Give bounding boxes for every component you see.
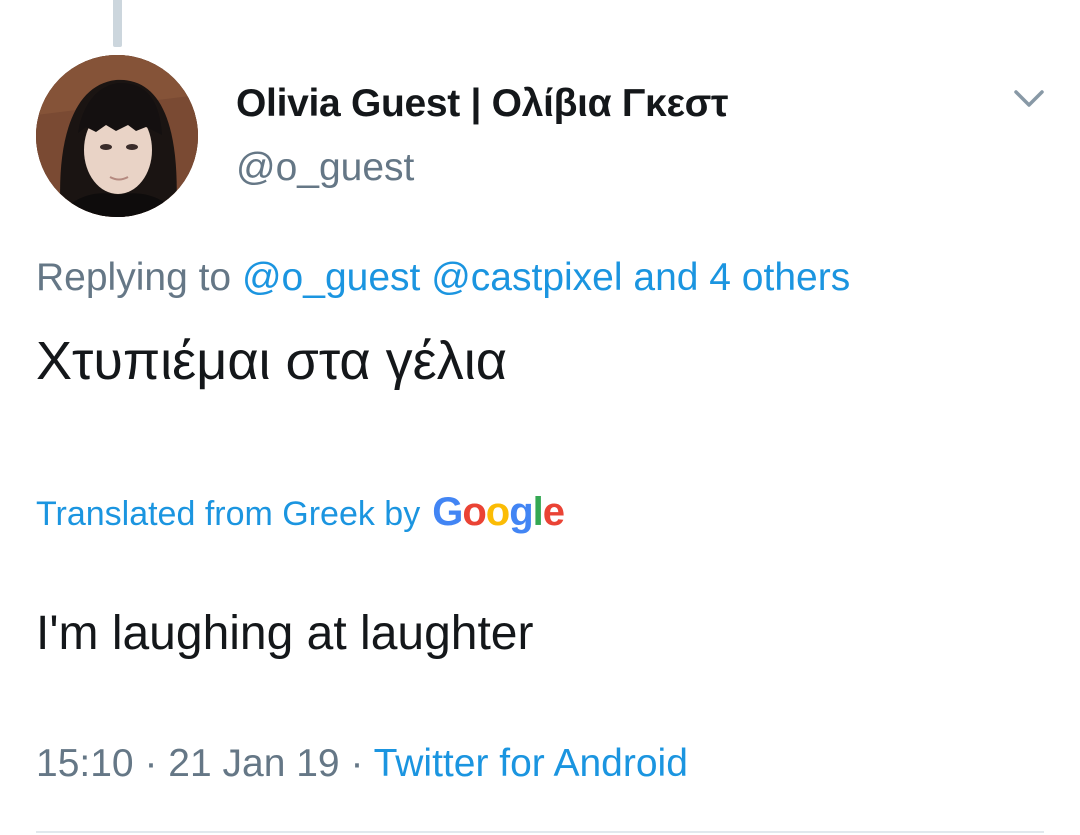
replying-to-line: Replying to @o_guest @castpixel and 4 ot… — [36, 256, 850, 300]
tweet-detail: Olivia Guest | Ολίβια Γκεστ @o_guest Rep… — [0, 0, 1080, 835]
google-logo-letter: g — [509, 490, 533, 534]
user-handle[interactable]: @o_guest — [236, 146, 414, 190]
chevron-down-icon[interactable] — [1006, 80, 1052, 120]
mention-link[interactable]: @castpixel — [431, 256, 622, 299]
google-logo: Google — [432, 490, 565, 535]
replying-prefix: Replying to — [36, 256, 232, 299]
meta-separator: · — [144, 742, 158, 785]
tweet-source-link[interactable]: Twitter for Android — [374, 742, 688, 785]
google-logo-letter: o — [485, 490, 510, 534]
google-logo-letter: l — [532, 490, 544, 534]
tweet-date[interactable]: 21 Jan 19 — [168, 742, 339, 785]
tweet-text: Χτυπιέμαι στα γέλια — [36, 331, 507, 391]
thread-connector-line — [113, 0, 122, 47]
translated-label: Translated from Greek by — [36, 495, 421, 533]
others-link[interactable]: and 4 others — [633, 256, 850, 299]
divider — [36, 831, 1044, 833]
mention-link[interactable]: @o_guest — [242, 256, 420, 299]
google-logo-letter: o — [462, 490, 486, 534]
tweet-time[interactable]: 15:10 — [36, 742, 134, 785]
avatar[interactable] — [36, 55, 198, 217]
google-logo-letter: e — [542, 490, 565, 534]
tweet-metadata: 15:10 · 21 Jan 19 · Twitter for Android — [36, 742, 688, 786]
translated-text: I'm laughing at laughter — [36, 607, 534, 660]
meta-separator: · — [350, 742, 364, 785]
display-name[interactable]: Olivia Guest | Ολίβια Γκεστ — [236, 82, 728, 126]
translation-attribution: Translated from Greek by Google — [36, 490, 565, 535]
google-logo-letter: G — [432, 490, 463, 534]
